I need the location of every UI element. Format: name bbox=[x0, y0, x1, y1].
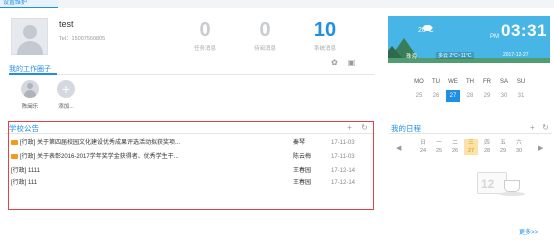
week-day-number: 26 bbox=[451, 148, 459, 154]
week-day[interactable]: 一 25 bbox=[432, 139, 446, 155]
notice-row[interactable]: [行政] 关于第四届校园文化建设优秀成果评选活动拟获奖项... 秦琴 17-11… bbox=[11, 137, 366, 149]
notice-flag-icon bbox=[11, 140, 18, 145]
notice-title[interactable]: [行政] 关于表彰2016-2017学年奖学金获得者、优秀学生干... bbox=[20, 151, 179, 163]
stat-label: 系统消息 bbox=[313, 46, 336, 52]
weather-date: 2017-12-27 bbox=[503, 52, 529, 58]
notice-author: 陈云梅 bbox=[293, 154, 312, 160]
week-day-label: 四 bbox=[484, 140, 490, 146]
divider bbox=[9, 74, 375, 75]
illustration-number: 12 bbox=[481, 177, 495, 191]
notice-date: 17-12-14 bbox=[331, 168, 356, 174]
week-day-label: 五 bbox=[500, 140, 506, 146]
week-day-number: 29 bbox=[499, 148, 507, 154]
weather-city: 珠海 bbox=[406, 54, 418, 60]
more-link[interactable]: 更多>> bbox=[519, 227, 538, 236]
weekday-label: MO bbox=[414, 79, 424, 85]
grid-icon[interactable]: ▣ bbox=[347, 58, 356, 67]
stat-label: 任务消息 bbox=[193, 46, 216, 52]
week-day-number: 25 bbox=[435, 148, 443, 154]
member-avatar bbox=[21, 80, 39, 98]
week-day-label: 一 bbox=[436, 140, 442, 146]
weekday-label: SU bbox=[516, 79, 526, 85]
notice-date: 17-11-03 bbox=[331, 154, 355, 160]
notice-date: 17-11-03 bbox=[331, 140, 355, 146]
member-name: 陈闽乐 bbox=[21, 104, 39, 110]
week-day[interactable]: 四 28 bbox=[480, 139, 494, 155]
profile-panel: test Tel：15007560805 0 任务消息 0 待阅消息 10 系统… bbox=[0, 8, 377, 111]
week-day-number: 27 bbox=[467, 148, 475, 154]
calendar-day[interactable]: 30 bbox=[497, 90, 511, 102]
notice-row[interactable]: [行政] 1111 王春园 17-12-14 bbox=[11, 165, 366, 177]
weekday-label: TU bbox=[432, 79, 440, 85]
notice-title[interactable]: [行政] 关于第四届校园文化建设优秀成果评选活动拟获奖项... bbox=[20, 137, 180, 149]
circle-member[interactable]: 陈闽乐 bbox=[15, 80, 45, 110]
tab-settings-label: 设置维护 bbox=[3, 0, 28, 6]
week-strip: ◀ 日 24 一 25 二 26 三 27 四 28 五 29 六 30 ▶ bbox=[394, 139, 549, 161]
calendar-day[interactable]: 28 bbox=[463, 90, 477, 102]
calendar-day[interactable]: 31 bbox=[514, 90, 528, 102]
top-bar bbox=[0, 0, 554, 8]
weekday-label: WE bbox=[448, 79, 458, 85]
week-day[interactable]: 日 24 bbox=[416, 139, 430, 155]
notice-row[interactable]: [行政] 关于表彰2016-2017学年奖学金获得者、优秀学生干... 陈云梅 … bbox=[11, 151, 366, 163]
week-day-label: 三 bbox=[468, 140, 474, 146]
refresh-icon[interactable]: ↻ bbox=[541, 123, 550, 132]
week-day[interactable]: 六 30 bbox=[512, 139, 526, 155]
notice-title[interactable]: [行政] 111 bbox=[11, 177, 37, 189]
calendar-day[interactable]: 25 bbox=[412, 90, 426, 102]
stat-value: 0 bbox=[199, 19, 211, 41]
add-member-label: 添加... bbox=[58, 104, 74, 110]
stat-task-messages[interactable]: 0 任务消息 bbox=[175, 19, 235, 53]
stat-pending-messages[interactable]: 0 待阅消息 bbox=[235, 19, 295, 53]
user-tel: Tel：15007560805 bbox=[59, 36, 106, 42]
divider-accent bbox=[9, 73, 57, 75]
notice-title[interactable]: [行政] 1111 bbox=[11, 165, 40, 177]
stat-value: 10 bbox=[313, 19, 337, 41]
plus-icon: + bbox=[57, 80, 75, 98]
avatar[interactable] bbox=[11, 18, 48, 55]
stat-value: 0 bbox=[259, 19, 271, 41]
weather-widget: 20°C PM 03:31 珠海 多云 2°C~11°C 2017-12-27 bbox=[388, 16, 550, 63]
username: test bbox=[59, 19, 74, 29]
empty-schedule-illustration: 12 bbox=[477, 168, 525, 202]
weekday-label: TH bbox=[466, 79, 474, 85]
week-day[interactable]: 二 26 bbox=[448, 139, 462, 155]
week-day-label: 日 bbox=[420, 140, 426, 146]
notice-date: 17-12-14 bbox=[331, 180, 356, 186]
calendar-day[interactable]: 29 bbox=[480, 90, 494, 102]
weather-desc: 多云 2°C~11°C bbox=[436, 52, 474, 59]
stat-label: 待阅消息 bbox=[253, 46, 276, 52]
notice-author: 王春园 bbox=[293, 168, 312, 174]
week-day[interactable]: 五 29 bbox=[496, 139, 510, 155]
notice-flag-icon bbox=[11, 154, 18, 159]
settings-icon[interactable]: ✿ bbox=[330, 58, 339, 67]
weekday-label: FR bbox=[483, 79, 491, 85]
prev-week-icon[interactable]: ◀ bbox=[396, 144, 401, 152]
clock-time: 03:31 bbox=[501, 21, 547, 40]
week-day-label: 六 bbox=[516, 140, 522, 146]
stat-system-messages[interactable]: 10 系统消息 bbox=[295, 19, 355, 53]
clock-ampm: PM bbox=[490, 34, 499, 40]
week-day-number: 30 bbox=[515, 148, 523, 154]
next-week-icon[interactable]: ▶ bbox=[538, 144, 543, 152]
coffee-cup-icon bbox=[504, 180, 520, 192]
week-day-selected[interactable]: 三 27 bbox=[464, 139, 478, 155]
week-day-number: 24 bbox=[419, 148, 427, 154]
calendar-day-today[interactable]: 27 bbox=[446, 90, 460, 102]
week-day-label: 二 bbox=[452, 140, 458, 146]
add-member-button[interactable]: + 添加... bbox=[51, 80, 81, 110]
notice-author: 王春园 bbox=[293, 180, 312, 186]
notice-author: 秦琴 bbox=[293, 140, 306, 146]
week-day-number: 28 bbox=[483, 148, 491, 154]
weather-temperature: 20°C bbox=[418, 27, 434, 34]
notice-row[interactable]: [行政] 111 王春园 17-12-14 bbox=[11, 177, 366, 189]
calendar-day[interactable]: 26 bbox=[429, 90, 443, 102]
add-icon[interactable]: + bbox=[528, 123, 537, 132]
tab-settings[interactable]: 设置维护 bbox=[0, 0, 58, 8]
divider bbox=[389, 133, 552, 134]
weekday-label: SA bbox=[499, 79, 508, 85]
mini-calendar: MO TU WE TH FR SA SU 25 26 27 28 29 30 3… bbox=[412, 76, 532, 104]
